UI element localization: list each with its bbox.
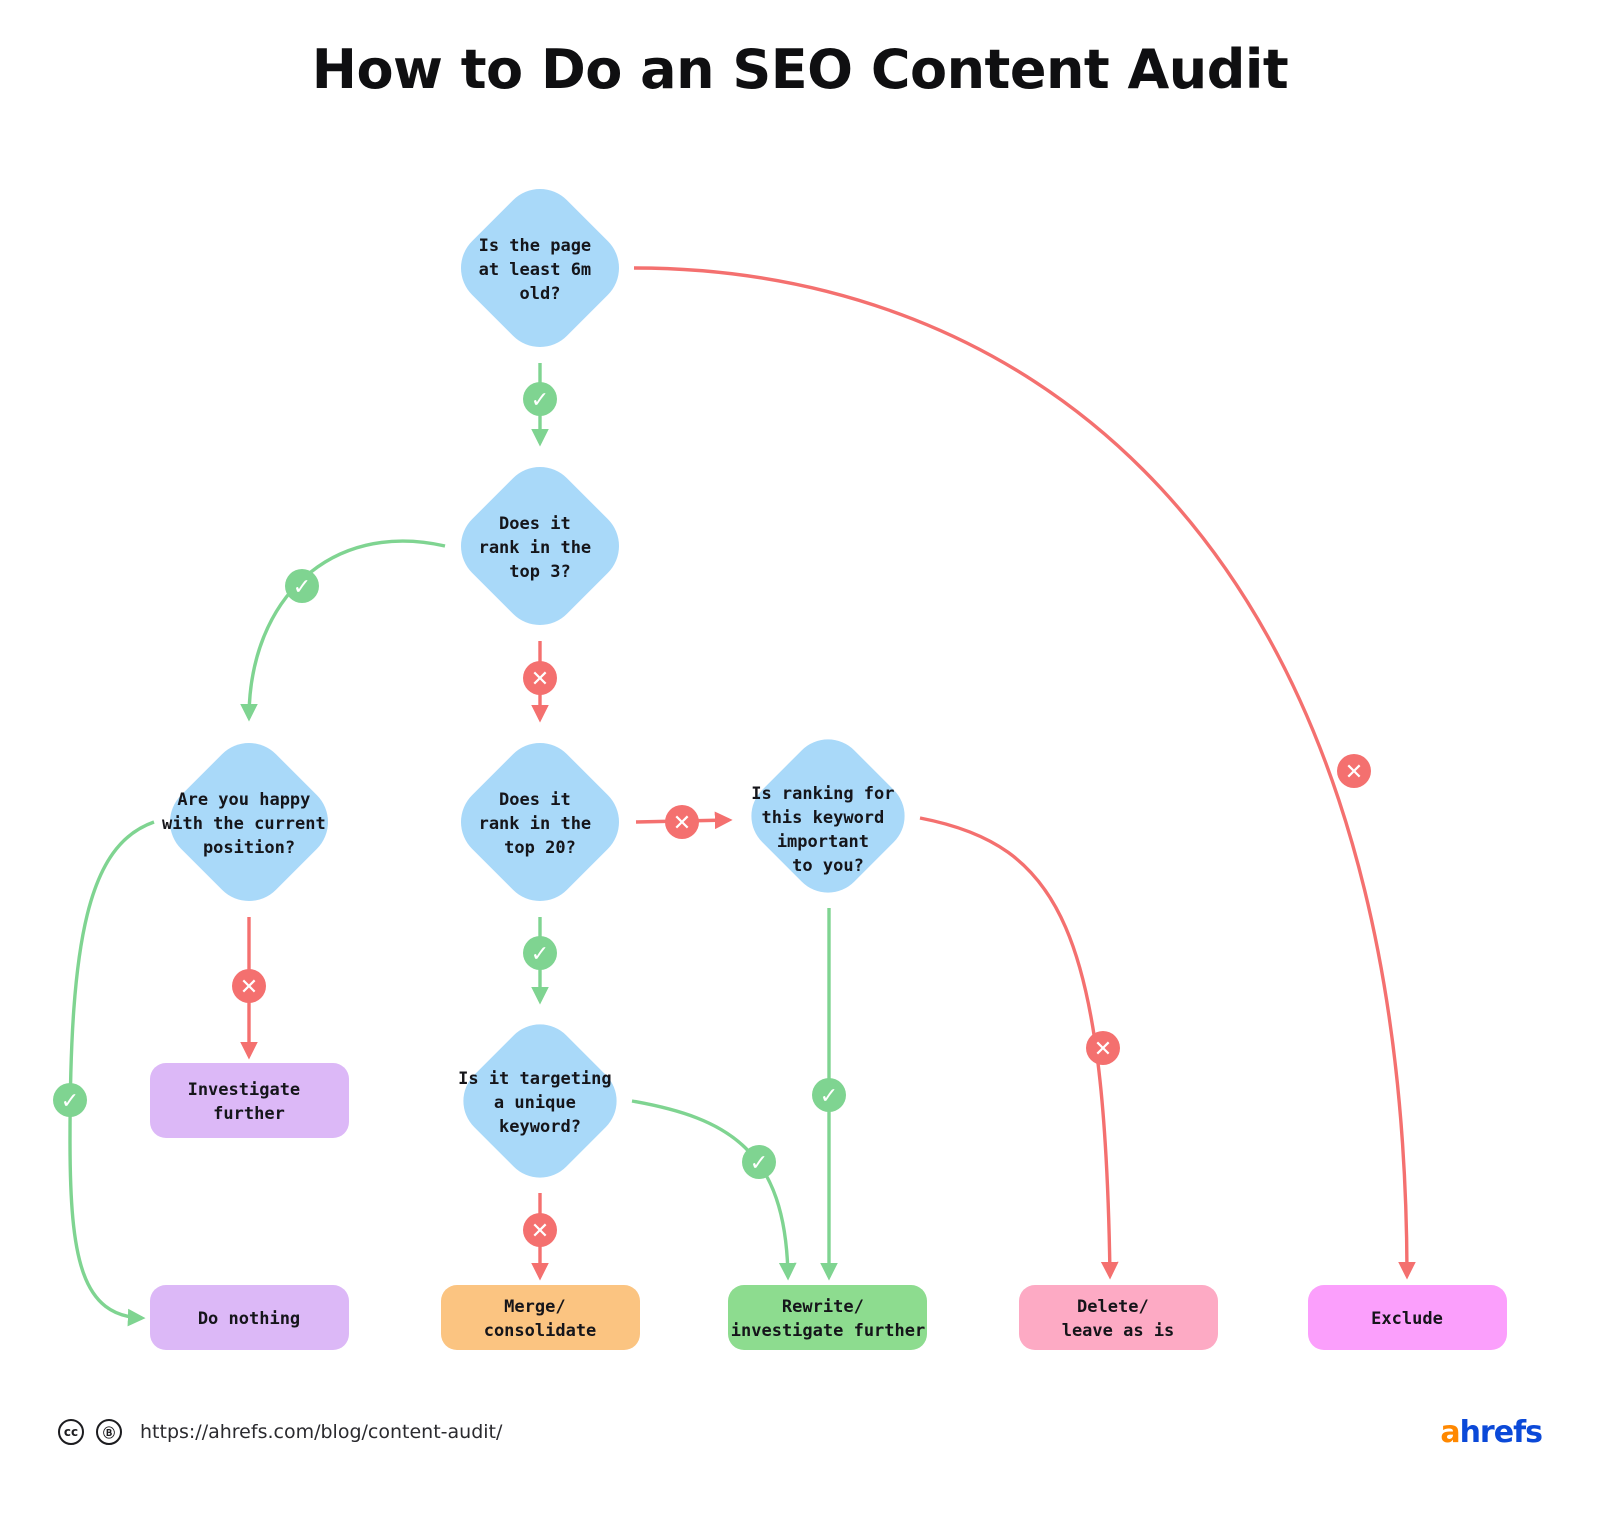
terminal-text: Do nothing bbox=[198, 1309, 300, 1329]
node-rank-top-20[interactable]: Does it rank in the top 20? bbox=[445, 727, 635, 917]
edge-important-no-delete bbox=[919, 816, 1119, 1280]
node-rank-top-3[interactable]: Does it rank in the top 3? bbox=[445, 451, 635, 641]
badge-yes-top20-to-unique: ✓ bbox=[523, 936, 557, 970]
badge-no-unique-to-merge: ✕ bbox=[523, 1213, 557, 1247]
node-keyword-important[interactable]: Is ranking for this keyword important to… bbox=[736, 724, 920, 908]
logo-a: a bbox=[1440, 1415, 1460, 1450]
cross-icon: ✕ bbox=[1345, 760, 1363, 785]
check-icon: ✓ bbox=[531, 388, 549, 413]
terminal-rewrite-investigate-further[interactable]: Rewrite/ investigate further bbox=[728, 1285, 927, 1350]
creative-commons-icon: cc bbox=[58, 1419, 84, 1445]
edge-unique-yes-rewrite bbox=[631, 1099, 797, 1281]
cross-icon: ✕ bbox=[531, 1219, 549, 1244]
source-url[interactable]: https://ahrefs.com/blog/content-audit/ bbox=[140, 1421, 502, 1443]
badge-yes-top3-to-happy: ✓ bbox=[285, 569, 319, 603]
footer-bar: cc Ⓑ https://ahrefs.com/blog/content-aud… bbox=[0, 1407, 1600, 1527]
cc-attribution-icon: Ⓑ bbox=[96, 1419, 122, 1445]
ahrefs-logo[interactable]: ahrefs bbox=[1440, 1415, 1543, 1450]
check-icon: ✓ bbox=[531, 942, 549, 967]
footer-attribution: cc Ⓑ https://ahrefs.com/blog/content-aud… bbox=[58, 1419, 502, 1445]
check-icon: ✓ bbox=[750, 1151, 768, 1176]
terminal-merge-consolidate[interactable]: Merge/ consolidate bbox=[441, 1285, 640, 1350]
logo-hrefs: hrefs bbox=[1459, 1415, 1543, 1450]
node-is-page-6m-old[interactable]: Is the page at least 6m old? bbox=[445, 173, 635, 363]
badge-no-top3-to-top20: ✕ bbox=[523, 661, 557, 695]
badge-yes-important-to-rewrite: ✓ bbox=[812, 1078, 846, 1112]
check-icon: ✓ bbox=[61, 1089, 79, 1114]
cross-icon: ✕ bbox=[1094, 1037, 1112, 1062]
badge-yes-unique-to-rewrite: ✓ bbox=[742, 1145, 776, 1179]
terminal-text: Exclude bbox=[1371, 1309, 1443, 1329]
node-happy-with-position[interactable]: Are you happy with the current position? bbox=[154, 727, 344, 917]
terminal-do-nothing[interactable]: Do nothing bbox=[150, 1285, 349, 1350]
check-icon: ✓ bbox=[293, 575, 311, 600]
cross-icon: ✕ bbox=[240, 975, 258, 1000]
terminal-delete-leave-as-is[interactable]: Delete/ leave as is bbox=[1019, 1285, 1218, 1350]
edge-happy-yes-do-nothing bbox=[68, 820, 155, 1327]
check-icon: ✓ bbox=[820, 1084, 838, 1109]
cross-icon: ✕ bbox=[673, 811, 691, 836]
flowchart-canvas: Is the page at least 6m old? Does it ran… bbox=[53, 173, 1507, 1350]
badge-yes-age-to-top3: ✓ bbox=[523, 382, 557, 416]
terminal-exclude[interactable]: Exclude bbox=[1308, 1285, 1507, 1350]
badge-no-top20-to-important: ✕ bbox=[665, 805, 699, 839]
terminal-shape bbox=[150, 1063, 349, 1138]
badge-no-age-to-exclude: ✕ bbox=[1337, 754, 1371, 788]
badge-no-important-to-delete: ✕ bbox=[1086, 1031, 1120, 1065]
badge-no-happy-to-investigate: ✕ bbox=[232, 969, 266, 1003]
terminal-investigate-further[interactable]: Investigate further bbox=[150, 1063, 349, 1138]
node-unique-keyword[interactable]: Is it targeting a unique keyword? bbox=[448, 1009, 632, 1193]
edge-age-no-exclude bbox=[633, 266, 1416, 1280]
edge-top3-yes-happy bbox=[240, 539, 446, 722]
cross-icon: ✕ bbox=[531, 667, 549, 692]
badge-yes-happy-to-do-nothing: ✓ bbox=[53, 1083, 87, 1117]
